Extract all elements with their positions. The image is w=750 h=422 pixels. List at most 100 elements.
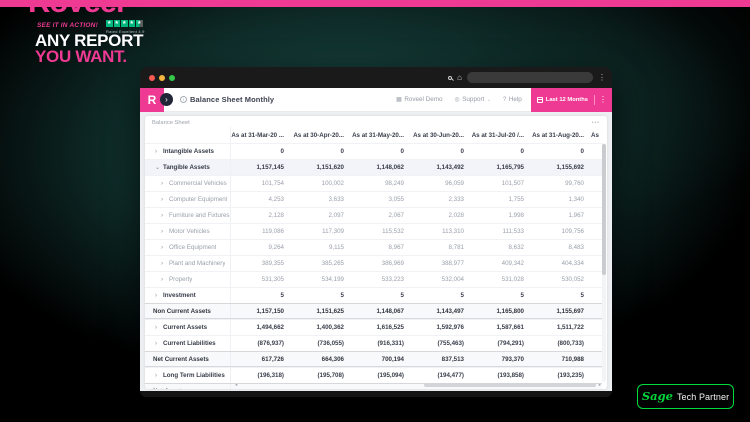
value-cell: 2,333	[411, 196, 471, 203]
banner-top-bar	[0, 0, 750, 7]
nav-item-roveel-demo[interactable]: ▦Roveel Demo	[396, 96, 442, 103]
value-cell: 1,755	[471, 196, 531, 203]
scroll-right-icon[interactable]: ▸	[599, 382, 601, 388]
horizontal-scrollbar-thumb[interactable]	[424, 383, 596, 388]
period-selector[interactable]: Last 12 Months ⋮	[531, 88, 612, 112]
column-header[interactable]: As	[591, 132, 602, 139]
support-icon: ◎	[454, 96, 459, 103]
row-label-cell: ›Intangible Assets	[145, 144, 231, 159]
value-cell: (196,318)	[231, 372, 291, 379]
table-row-current-liabilities[interactable]: ›Current Liabilities(876,937)(736,055)(9…	[145, 335, 602, 351]
row-expand-chevron[interactable]: ›	[161, 229, 166, 235]
value-cell: 1,157,150	[231, 308, 291, 315]
table-row-non-current-assets[interactable]: Non Current Assets1,157,1501,151,6251,14…	[145, 303, 602, 319]
value-cell: 1,165,800	[471, 308, 531, 315]
table-row-long-term-liabilities[interactable]: ›Long Term Liabilities(196,318)(195,708)…	[145, 367, 602, 383]
value-cell: 1,143,497	[411, 308, 471, 315]
row-label-cell: ›Commercial Vehicles	[145, 176, 231, 191]
vertical-scrollbar-thumb[interactable]	[602, 144, 607, 275]
row-expand-chevron[interactable]: ›	[161, 245, 166, 251]
maximize-button[interactable]	[169, 75, 175, 81]
row-label: Net Assets	[153, 388, 185, 390]
value-cell: (800,733)	[531, 340, 591, 347]
row-expand-chevron[interactable]: ›	[161, 181, 166, 187]
app-header: R › i Balance Sheet Monthly ▦Roveel Demo…	[140, 88, 612, 112]
star-icon: ★	[136, 20, 143, 27]
value-cell: 534,199	[291, 276, 351, 283]
value-cell: 700,194	[351, 356, 411, 363]
row-expand-chevron[interactable]: ›	[155, 325, 160, 331]
minimize-button[interactable]	[159, 75, 165, 81]
value-cell: 1,157,145	[231, 164, 291, 171]
app-menu-icon[interactable]: ⋮	[594, 95, 607, 105]
value-cell: 1,511,722	[531, 324, 591, 331]
row-expand-chevron[interactable]: ⌄	[155, 165, 160, 171]
row-expand-chevron[interactable]: ›	[155, 293, 160, 299]
search-icon[interactable]	[448, 76, 452, 80]
value-cell: (193,858)	[471, 372, 531, 379]
table-row-motor-vehicles[interactable]: ›Motor Vehicles119,086117,309115,532113,…	[145, 223, 602, 239]
table-row-commercial-vehicles[interactable]: ›Commercial Vehicles101,754100,00298,249…	[145, 175, 602, 191]
column-header[interactable]: As at 31-May-20...	[351, 132, 411, 139]
home-icon[interactable]: ⌂	[457, 74, 462, 82]
column-header[interactable]: As at 30-Apr-20...	[291, 132, 351, 139]
value-cell: 1,165,795	[471, 164, 531, 171]
value-cell: 99,760	[531, 180, 591, 187]
expand-sidebar-button[interactable]: ›	[160, 93, 173, 106]
value-cell: (193,235)	[531, 372, 591, 379]
table-row-intangible-assets[interactable]: ›Intangible Assets000000	[145, 143, 602, 159]
value-cell: 1,340	[531, 196, 591, 203]
nav-item-support[interactable]: ◎Support⌄	[454, 96, 491, 103]
table-row-plant-and-machinery[interactable]: ›Plant and Machinery389,355385,265386,96…	[145, 255, 602, 271]
value-cell: 2,097	[291, 212, 351, 219]
table-row-net-current-assets[interactable]: Net Current Assets617,726664,306700,1948…	[145, 351, 602, 367]
row-expand-chevron[interactable]: ›	[161, 197, 166, 203]
value-cell: 5	[231, 292, 291, 299]
row-label-cell: Net Current Assets	[145, 352, 231, 366]
table-row-tangible-assets[interactable]: ⌄Tangible Assets1,157,1451,151,6201,148,…	[145, 159, 602, 175]
table-row-investment[interactable]: ›Investment555555	[145, 287, 602, 303]
value-cell: 530,052	[531, 276, 591, 283]
value-cell: 710,988	[531, 356, 591, 363]
value-cell: 100,002	[291, 180, 351, 187]
horizontal-scrollbar[interactable]: ◂ ▸	[235, 382, 601, 388]
column-header[interactable]: As at 30-Jun-20...	[411, 132, 471, 139]
row-expand-chevron[interactable]: ›	[161, 213, 166, 219]
page-title: Balance Sheet Monthly	[190, 95, 274, 104]
banner-tagline: SEE IT IN ACTION!	[37, 22, 98, 29]
row-expand-chevron[interactable]: ›	[155, 341, 160, 347]
table-row-furniture-and-fixtures[interactable]: ›Furniture and Fixtures2,1282,0972,0672,…	[145, 207, 602, 223]
value-cell: 0	[411, 148, 471, 155]
value-cell: (755,463)	[411, 340, 471, 347]
url-bar[interactable]	[467, 72, 593, 83]
row-expand-chevron[interactable]: ›	[155, 373, 160, 379]
table-row-office-equipment[interactable]: ›Office Equipment9,2649,1158,9678,7818,6…	[145, 239, 602, 255]
column-header[interactable]: As at 31-Mar-20 ...	[231, 132, 291, 139]
table-row-property[interactable]: ›Property531,305534,199533,223532,004531…	[145, 271, 602, 287]
value-cell: 404,334	[531, 260, 591, 267]
table-row-current-assets[interactable]: ›Current Assets1,494,6621,400,3621,616,5…	[145, 319, 602, 335]
value-cell: 1,592,976	[411, 324, 471, 331]
scroll-left-icon[interactable]: ◂	[235, 382, 237, 388]
row-expand-chevron[interactable]: ›	[161, 277, 166, 283]
column-header[interactable]: As at 31-Aug-20...	[531, 132, 591, 139]
table-row-computer-equipment[interactable]: ›Computer Equipment4,2533,6333,0552,3331…	[145, 191, 602, 207]
value-cell: 409,342	[471, 260, 531, 267]
value-cell: 664,306	[291, 356, 351, 363]
close-button[interactable]	[149, 75, 155, 81]
row-label: Non Current Assets	[153, 308, 211, 315]
card-menu-icon[interactable]: •••	[592, 120, 600, 126]
browser-menu-icon[interactable]: ⋮	[598, 74, 606, 82]
vertical-scrollbar[interactable]	[602, 143, 607, 382]
value-cell: 0	[531, 148, 591, 155]
value-cell: 388,977	[411, 260, 471, 267]
table-body: ›Intangible Assets000000⌄Tangible Assets…	[145, 143, 607, 389]
column-header[interactable]: As at 31-Jul-20 /...	[471, 132, 531, 139]
browser-window: ⌂ ⋮ R › i Balance Sheet Monthly ▦Roveel …	[140, 67, 612, 397]
nav-item-label: Help	[509, 96, 522, 103]
star-icon: ★	[114, 20, 121, 27]
row-expand-chevron[interactable]: ›	[161, 261, 166, 267]
row-label: Furniture and Fixtures	[169, 212, 230, 219]
row-expand-chevron[interactable]: ›	[155, 149, 160, 155]
nav-item-help[interactable]: ?Help	[503, 96, 522, 103]
